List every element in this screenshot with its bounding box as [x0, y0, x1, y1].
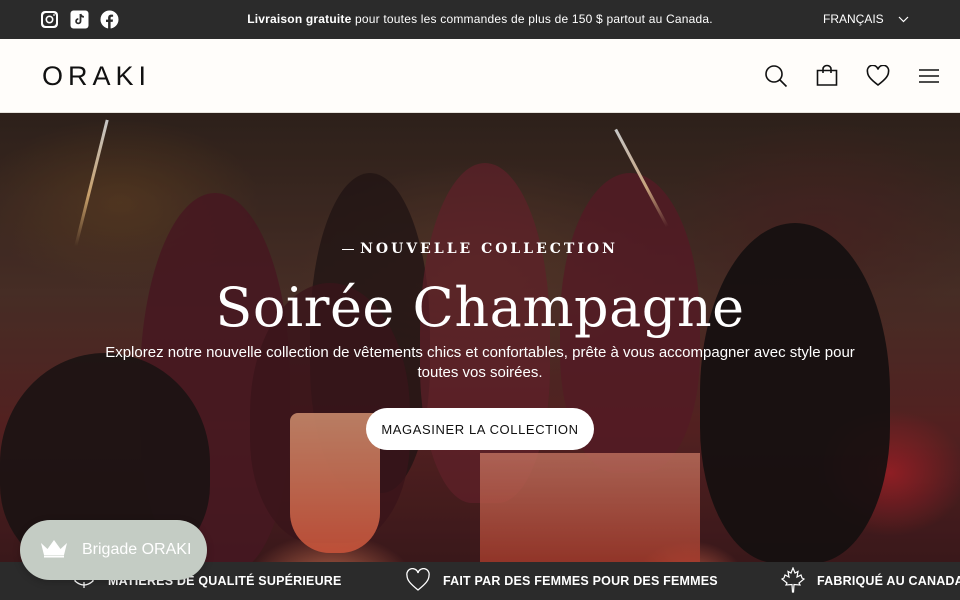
menu-icon[interactable]: [916, 63, 942, 89]
announcement-bold: Livraison gratuite: [247, 12, 352, 26]
heart-icon[interactable]: [865, 63, 891, 89]
shopping-bag-icon[interactable]: [814, 63, 840, 89]
language-selector[interactable]: FRANÇAIS: [823, 12, 909, 26]
hero-kicker-text: NOUVELLE COLLECTION: [360, 241, 618, 257]
feature-canada: FABRIQUÉ AU CANADA: [780, 562, 960, 600]
feature-label: FAIT PAR DES FEMMES POUR DES FEMMES: [443, 574, 718, 588]
loyalty-launcher-button[interactable]: Brigade ORAKI: [20, 520, 207, 580]
heart-outline-icon: [405, 567, 431, 595]
feature-women: FAIT PAR DES FEMMES POUR DES FEMMES: [405, 562, 718, 600]
hero-kicker: NOUVELLE COLLECTION: [0, 241, 960, 257]
site-header: ORAKI: [0, 39, 960, 113]
search-icon[interactable]: [763, 63, 789, 89]
logo[interactable]: ORAKI: [42, 61, 151, 92]
hero-banner: NOUVELLE COLLECTION Soirée Champagne Exp…: [0, 113, 960, 562]
header-icons: [763, 63, 942, 89]
hero-content: NOUVELLE COLLECTION Soirée Champagne Exp…: [0, 113, 960, 562]
hero-title: Soirée Champagne: [215, 276, 745, 339]
shop-collection-button[interactable]: MAGASINER LA COLLECTION: [366, 408, 594, 450]
crown-icon: [40, 538, 68, 563]
announcement-message: Livraison gratuite pour toutes les comma…: [0, 12, 960, 26]
feature-label: FABRIQUÉ AU CANADA: [817, 574, 960, 588]
announcement-text: pour toutes les commandes de plus de 150…: [351, 12, 713, 26]
maple-leaf-icon: [780, 565, 806, 596]
language-label: FRANÇAIS: [823, 12, 884, 26]
announcement-bar: Livraison gratuite pour toutes les comma…: [0, 0, 960, 39]
hero-subtitle: Explorez notre nouvelle collection de vê…: [105, 344, 855, 381]
loyalty-label: Brigade ORAKI: [82, 541, 192, 558]
chevron-down-icon: [898, 12, 909, 26]
